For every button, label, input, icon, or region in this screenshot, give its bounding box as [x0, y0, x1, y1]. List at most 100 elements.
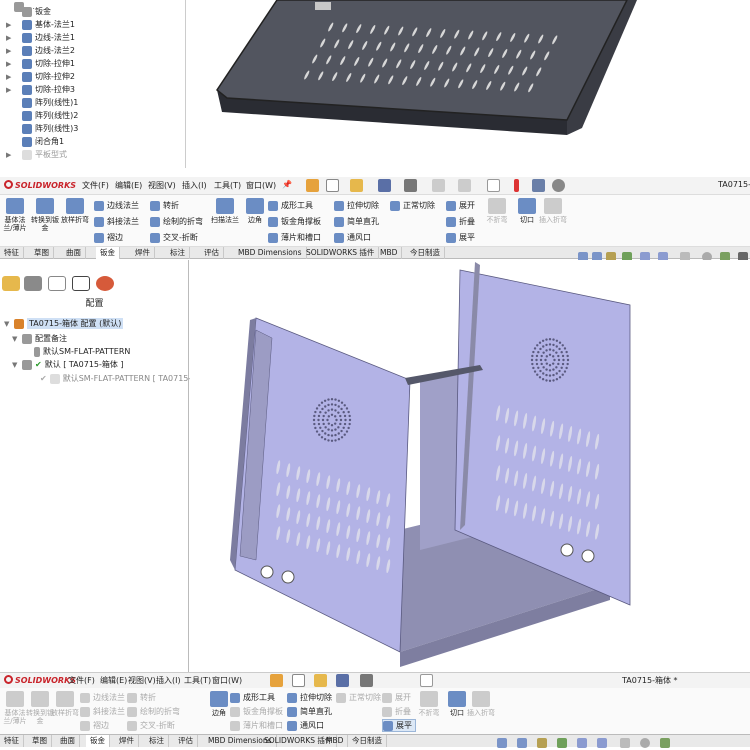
tab-sheet-metal[interactable]: 钣金 [96, 247, 120, 259]
bottom-tab-sketch[interactable]: 草图 [28, 735, 52, 747]
bottom-menu-insert[interactable]: 插入(I) [156, 675, 181, 686]
bottom-solidworks-logo[interactable]: SOLIDWORKS [4, 675, 76, 685]
tree-item-cut-extrude-1[interactable]: ▶ 切除-拉伸1 [6, 57, 75, 70]
forming-tool-button[interactable]: 成形工具 [268, 199, 313, 212]
expand-arrow-icon[interactable]: ▶ [6, 21, 14, 29]
tab-weldments[interactable]: 焊件 [131, 247, 155, 259]
config-default[interactable]: ▼ ✔ 默认 [ TA0715-箱体 ] [12, 359, 124, 370]
menu-tools[interactable]: 工具(T) [214, 180, 241, 191]
new-document-icon[interactable] [326, 179, 339, 192]
bottom-tab-features[interactable]: 特征 [0, 735, 24, 747]
expand-arrow-icon[interactable]: ▶ [6, 60, 14, 68]
bottom-menu-file[interactable]: 文件(F) [68, 675, 95, 686]
tab-surfaces[interactable]: 曲面 [62, 247, 86, 259]
expand-arrow-icon[interactable]: ▶ [6, 86, 14, 94]
tab-and-slot-button[interactable]: 薄片和槽口 [268, 231, 321, 244]
redo-icon[interactable] [458, 179, 471, 192]
insert-bends-button[interactable]: 插入折弯 [538, 198, 568, 224]
bottom-save-icon[interactable] [336, 674, 349, 687]
bottom-view-orientation-icon[interactable] [577, 738, 587, 748]
bottom-lofted-bend-button[interactable]: 放样折弯 [50, 691, 80, 717]
bottom-tab-weldments[interactable]: 焊件 [115, 735, 139, 747]
tab-solidworks-addins[interactable]: SOLIDWORKS 插件 [302, 247, 380, 259]
bottom-normal-cut-button[interactable]: 正常切除 [336, 691, 381, 704]
bottom-gusset-button[interactable]: 钣金角撑板 [230, 705, 283, 718]
extruded-cut-button[interactable]: 拉伸切除 [334, 199, 379, 212]
tree-item-closed-corner[interactable]: 闭合角1 [6, 135, 64, 148]
expand-arrow-icon[interactable]: ▶ [6, 151, 14, 159]
tree-item-base-flange[interactable]: ▶ 基体-法兰1 [6, 18, 75, 31]
miter-flange-button[interactable]: 斜接法兰 [94, 215, 139, 228]
bottom-menu-window[interactable]: 窗口(W) [212, 675, 242, 686]
edge-flange-button[interactable]: 边线法兰 [94, 199, 139, 212]
graphics-area[interactable] [190, 260, 750, 672]
tree-item-flat-pattern[interactable]: ▶ 平板型式 [6, 148, 67, 161]
bottom-zoom-fit-icon[interactable] [497, 738, 507, 748]
tree-item-pattern-1[interactable]: 阵列(线性)1 [6, 96, 78, 109]
open-icon[interactable] [350, 179, 363, 192]
bottom-flatten-button[interactable]: 展平 [382, 719, 416, 732]
options-gear-icon[interactable] [552, 179, 565, 192]
configuration-manager-tab-icon[interactable] [48, 276, 66, 291]
lofted-bend-button[interactable]: 放样折弯 [60, 198, 90, 224]
swept-flange-button[interactable]: 扫描法兰 [210, 198, 240, 224]
bottom-menu-edit[interactable]: 编辑(E) [100, 675, 127, 686]
solidworks-logo[interactable]: SOLIDWORKS [4, 180, 76, 190]
bottom-fold-button[interactable]: 折叠 [382, 705, 411, 718]
bottom-tab-markup[interactable]: 标注 [145, 735, 169, 747]
sketched-bend-button[interactable]: 绘制的折弯 [150, 215, 203, 228]
tree-item-cut-extrude-2[interactable]: ▶ 切除-拉伸2 [6, 70, 75, 83]
home-icon[interactable] [306, 179, 319, 192]
tab-make-today[interactable]: 今日制造 [406, 247, 445, 259]
cross-break-button[interactable]: 交叉-折断 [150, 231, 198, 244]
bottom-unfold-button[interactable]: 展开 [382, 691, 411, 704]
menu-edit[interactable]: 编辑(E) [115, 180, 142, 191]
flatten-button[interactable]: 展平 [446, 231, 475, 244]
rebuild-icon[interactable] [514, 179, 519, 192]
config-flat-child[interactable]: ✔ 默认SM-FLAT-PATTERN [ TA0715-箱 [40, 373, 199, 384]
bottom-display-style-icon[interactable] [597, 738, 607, 748]
bottom-edge-flange-button[interactable]: 边线法兰 [80, 691, 125, 704]
bottom-jog-button[interactable]: 转折 [127, 691, 156, 704]
config-flat-default[interactable]: 默认SM-FLAT-PATTERN [26, 346, 130, 357]
no-bends-button[interactable]: 不折弯 [482, 198, 512, 224]
config-notes[interactable]: ▼ 配置备注 [12, 333, 67, 344]
tree-item-edge-flange-1[interactable]: ▶ 边线-法兰1 [6, 31, 75, 44]
jog-button[interactable]: 转折 [150, 199, 179, 212]
bottom-no-bends-button[interactable]: 不折弯 [414, 691, 444, 717]
bottom-tab-sheet-metal[interactable]: 钣金 [86, 735, 110, 747]
convert-to-sheet-metal-button[interactable]: 转换到钣金 [30, 198, 60, 232]
bottom-select-icon[interactable] [420, 674, 433, 687]
bottom-appearance-icon[interactable] [640, 738, 650, 748]
tree-item-pattern-2[interactable]: 阵列(线性)2 [6, 109, 78, 122]
bottom-insert-bends-button[interactable]: 插入折弯 [466, 691, 496, 717]
bottom-menu-tools[interactable]: 工具(T) [184, 675, 211, 686]
tab-sketch[interactable]: 草图 [30, 247, 54, 259]
tab-evaluate[interactable]: 评估 [200, 247, 224, 259]
bottom-previous-view-icon[interactable] [537, 738, 547, 748]
config-root[interactable]: ▼ TA0715-箱体 配置 (默认) [4, 318, 124, 329]
tab-mbd-dimensions[interactable]: MBD Dimensions [234, 247, 307, 259]
hem-button[interactable]: 褶边 [94, 231, 123, 244]
bottom-sketched-bend-button[interactable]: 绘制的折弯 [127, 705, 180, 718]
top-graphics-area[interactable] [187, 0, 750, 168]
bottom-section-view-icon[interactable] [557, 738, 567, 748]
tree-item-edge-flange-2[interactable]: ▶ 边线-法兰2 [6, 44, 75, 57]
tree-item-sheet-metal[interactable]: 钣金 [6, 5, 51, 18]
bottom-simple-hole-button[interactable]: 简单直孔 [287, 705, 332, 718]
bottom-tab-evaluate[interactable]: 评估 [174, 735, 198, 747]
bottom-new-icon[interactable] [292, 674, 305, 687]
pin-icon[interactable]: 📌 [282, 180, 292, 189]
tab-markup[interactable]: 标注 [166, 247, 190, 259]
undo-icon[interactable] [432, 179, 445, 192]
expand-arrow-icon[interactable]: ▶ [6, 34, 14, 42]
bottom-home-icon[interactable] [270, 674, 283, 687]
vent-button[interactable]: 通风口 [334, 231, 371, 244]
bottom-miter-flange-button[interactable]: 斜接法兰 [80, 705, 125, 718]
print-icon[interactable] [404, 179, 417, 192]
bottom-print-icon[interactable] [360, 674, 373, 687]
bottom-tab-make-today[interactable]: 今日制造 [348, 735, 387, 747]
dimxpert-tab-icon[interactable] [72, 276, 90, 291]
simple-hole-button[interactable]: 简单直孔 [334, 215, 379, 228]
bottom-menu-view[interactable]: 视图(V) [128, 675, 156, 686]
